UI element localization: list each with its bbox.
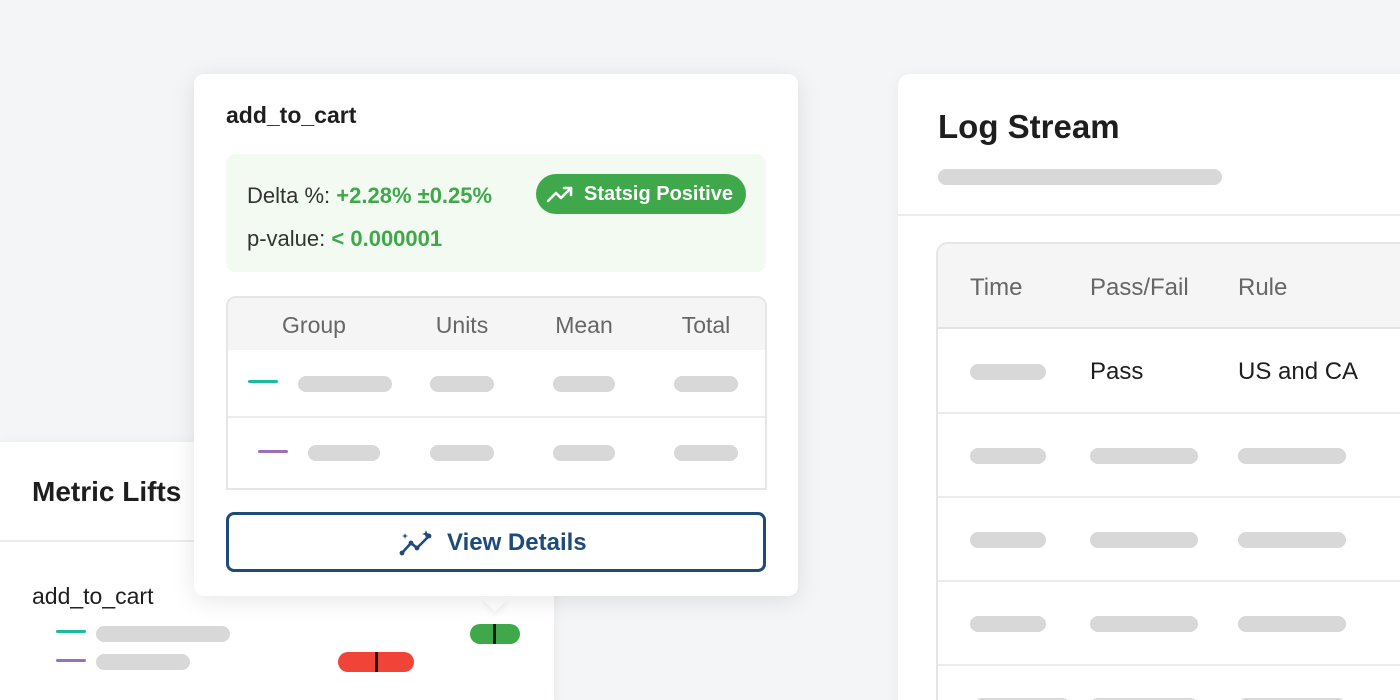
column-header-rule[interactable]: Rule [1238, 274, 1287, 302]
metric-lifts-title: Metric Lifts [32, 476, 182, 507]
table-header: Group Units Mean Total [228, 298, 765, 350]
placeholder-bar [96, 626, 230, 642]
placeholder-bar [308, 445, 380, 461]
placeholder-bar [970, 532, 1046, 548]
placeholder-bar [1238, 616, 1346, 632]
column-header-units: Units [435, 312, 489, 338]
column-header-total: Total [681, 312, 731, 338]
placeholder-bar [298, 376, 392, 392]
row-divider [228, 416, 765, 418]
column-header-time[interactable]: Time [970, 274, 1022, 302]
row-divider [938, 580, 1400, 582]
divider [898, 214, 1400, 216]
column-header-pass-fail[interactable]: Pass/Fail [1090, 274, 1189, 302]
column-header-mean: Mean [555, 312, 613, 338]
row-divider [938, 496, 1400, 498]
placeholder-bar [430, 445, 494, 461]
delta-label: Delta %: [247, 183, 331, 208]
test-legend-line [56, 659, 86, 662]
placeholder-bar [1090, 532, 1198, 548]
table-header: Time Pass/Fail Rule [938, 244, 1400, 329]
row-divider [938, 412, 1400, 414]
log-stream-title: Log Stream [938, 108, 1120, 145]
metric-name[interactable]: add_to_cart [32, 583, 153, 610]
statsig-positive-badge: Statsig Positive [536, 174, 746, 214]
group-stats-table: Group Units Mean Total [226, 296, 767, 490]
control-legend-line [248, 380, 278, 383]
delta-line: Delta %: +2.28% ±0.25% [247, 183, 492, 209]
control-legend-line [56, 630, 86, 633]
sparkle-chart-icon [399, 530, 432, 556]
placeholder-bar [1090, 448, 1198, 464]
delta-value: +2.28% ±0.25% [336, 183, 493, 208]
badge-label: Statsig Positive [584, 183, 733, 205]
rule-cell: US and CA [1238, 358, 1359, 385]
placeholder-bar [430, 376, 494, 392]
placeholder-bar [938, 169, 1222, 185]
view-details-label: View Details [447, 529, 587, 556]
test-legend-line [258, 450, 288, 453]
placeholder-bar [674, 376, 738, 392]
placeholder-bar [1238, 532, 1346, 548]
pvalue-value: < 0.000001 [331, 226, 443, 251]
popover-title: add_to_cart [226, 102, 357, 128]
pass-fail-cell: Pass [1090, 358, 1144, 385]
placeholder-bar [553, 445, 615, 461]
pvalue-label: p-value: [247, 226, 326, 251]
row-divider [938, 664, 1400, 666]
placeholder-bar [1238, 448, 1346, 464]
lift-marker [375, 652, 378, 672]
placeholder-bar [674, 445, 738, 461]
trending-up-icon [546, 186, 573, 203]
log-stream-table: Time Pass/Fail Rule Pass US and CA [936, 242, 1400, 700]
view-details-button[interactable]: View Details [226, 512, 766, 572]
placeholder-bar [970, 448, 1046, 464]
placeholder-bar [1090, 616, 1198, 632]
lift-marker [493, 624, 496, 644]
placeholder-bar [553, 376, 615, 392]
column-header-group: Group [282, 312, 346, 338]
pvalue-line: p-value: < 0.000001 [247, 226, 442, 252]
placeholder-bar [970, 364, 1046, 380]
placeholder-bar [96, 654, 190, 670]
placeholder-bar [970, 616, 1046, 632]
